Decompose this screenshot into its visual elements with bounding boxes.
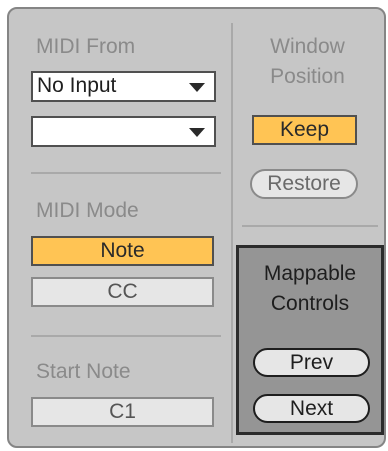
restore-button[interactable]: Restore (250, 169, 358, 199)
window-position-label-line2: Position (270, 65, 345, 88)
column-divider (231, 23, 233, 443)
start-note-label: Start Note (36, 360, 131, 383)
section-divider (242, 225, 378, 227)
chevron-down-icon (189, 128, 205, 137)
section-divider (31, 335, 221, 337)
midi-input-select[interactable]: No Input (31, 71, 216, 102)
keep-button[interactable]: Keep (252, 115, 357, 145)
midi-from-label: MIDI From (36, 35, 136, 58)
next-button[interactable]: Next (253, 394, 370, 423)
chevron-down-icon (189, 83, 205, 92)
midi-channel-select[interactable] (31, 116, 216, 147)
device-panel: MIDI From No Input MIDI Mode Note CC Sta… (7, 7, 386, 448)
prev-button[interactable]: Prev (253, 348, 370, 377)
section-divider (31, 172, 221, 174)
mappable-controls-title-line1: Mappable (263, 262, 357, 285)
midi-mode-cc-button[interactable]: CC (31, 277, 214, 307)
midi-input-value: No Input (37, 74, 117, 97)
mappable-controls-box: Mappable Controls Prev Next (236, 245, 384, 435)
start-note-field[interactable]: C1 (31, 397, 214, 427)
midi-mode-label: MIDI Mode (36, 199, 139, 222)
mappable-controls-title-line2: Controls (270, 292, 350, 315)
window-position-label-line1: Window (270, 35, 345, 58)
midi-mode-note-button[interactable]: Note (31, 236, 214, 266)
